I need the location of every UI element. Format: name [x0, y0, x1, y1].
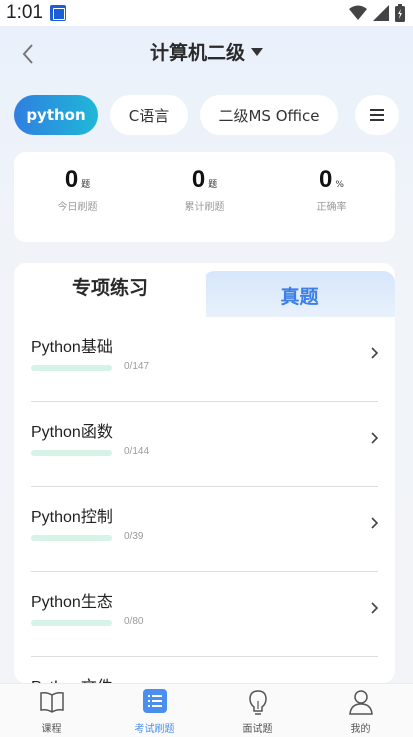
stat-label: 今日刷题 [57, 202, 98, 213]
battery-icon [395, 4, 405, 22]
item-title: Python函数 [31, 424, 113, 441]
list-item[interactable]: Python控制 0/39 [14, 487, 395, 572]
stat-label: 累计刷题 [184, 202, 225, 213]
progress-bar [31, 450, 112, 456]
nav-label: 课程 [41, 724, 62, 735]
stat-unit: 题 [208, 180, 218, 190]
item-count: 0/39 [124, 531, 144, 542]
status-time: 1:01 [6, 2, 43, 23]
nav-interview[interactable]: 面试题 [206, 684, 309, 737]
stat-accuracy: 0% 正确率 [268, 166, 395, 213]
user-icon [348, 690, 373, 715]
stats-card: 0题 今日刷题 0题 累计刷题 0% 正确率 [14, 152, 395, 242]
chevron-right-icon [371, 602, 379, 614]
app-notification-icon [50, 5, 66, 21]
stat-unit: 题 [81, 180, 91, 190]
stat-value: 0 [191, 166, 206, 193]
progress-bar [31, 535, 112, 541]
stat-today: 0题 今日刷题 [14, 166, 141, 213]
menu-icon [370, 109, 384, 121]
wifi-icon [349, 5, 367, 20]
bottom-nav: 课程 考试刷题 面试题 我的 [0, 683, 413, 737]
page-title: 计算机二级 [149, 42, 245, 64]
nav-exam-practice[interactable]: 考试刷题 [103, 684, 206, 737]
status-bar: 1:01 [0, 0, 413, 26]
list-item[interactable]: Python生态 0/80 [14, 572, 395, 657]
lightbulb-icon [248, 690, 267, 715]
nav-label: 我的 [350, 724, 371, 735]
subject-tab-label: 二级MS Office [218, 106, 320, 125]
tab-special-practice[interactable]: 专项练习 [14, 273, 206, 300]
subject-menu-button[interactable] [355, 95, 399, 135]
subject-tabs: python C语言 二级MS Office [14, 95, 399, 135]
stat-total: 0题 累计刷题 [141, 166, 268, 213]
subject-tab-label: C语言 [128, 106, 170, 125]
nav-label: 考试刷题 [134, 724, 175, 735]
signal-icon [373, 5, 389, 21]
practice-card: 专项练习 真题 Python基础 0/147 Python函数 0/144 Py… [14, 263, 395, 683]
chevron-right-icon [371, 432, 379, 444]
subject-tab-python[interactable]: python [14, 95, 98, 135]
progress-bar [31, 620, 112, 626]
subject-tab-ms-office[interactable]: 二级MS Office [200, 95, 338, 135]
item-title: Python基础 [31, 339, 113, 356]
item-title: Python生态 [31, 594, 113, 611]
stat-value: 0 [319, 166, 333, 193]
progress-bar [31, 365, 112, 371]
item-count: 0/147 [124, 361, 150, 372]
list-item[interactable]: Python文件 [14, 657, 395, 683]
tab-real-exam[interactable]: 真题 [204, 282, 395, 309]
item-title: Python文件 [31, 673, 113, 683]
book-icon [39, 692, 64, 713]
item-count: 0/80 [124, 616, 144, 627]
subject-tab-c[interactable]: C语言 [110, 95, 188, 135]
item-count: 0/144 [124, 446, 150, 457]
stat-value: 0 [64, 166, 79, 193]
subject-tab-label: python [26, 106, 86, 124]
subject-dropdown[interactable]: 计算机二级 [0, 38, 413, 65]
chevron-right-icon [371, 347, 379, 359]
list-item[interactable]: Python函数 0/144 [14, 402, 395, 487]
header: 计算机二级 [0, 26, 413, 82]
list-icon [142, 689, 167, 713]
nav-course[interactable]: 课程 [0, 684, 103, 737]
nav-label: 面试题 [242, 724, 273, 735]
item-title: Python控制 [31, 509, 113, 526]
caret-down-icon [251, 47, 263, 56]
chevron-right-icon [371, 517, 379, 529]
nav-mine[interactable]: 我的 [309, 684, 412, 737]
practice-list: Python基础 0/147 Python函数 0/144 Python控制 0… [14, 317, 395, 683]
list-item[interactable]: Python基础 0/147 [14, 317, 395, 402]
status-icons [349, 4, 405, 22]
stat-unit: % [335, 180, 344, 190]
stat-label: 正确率 [316, 202, 347, 213]
